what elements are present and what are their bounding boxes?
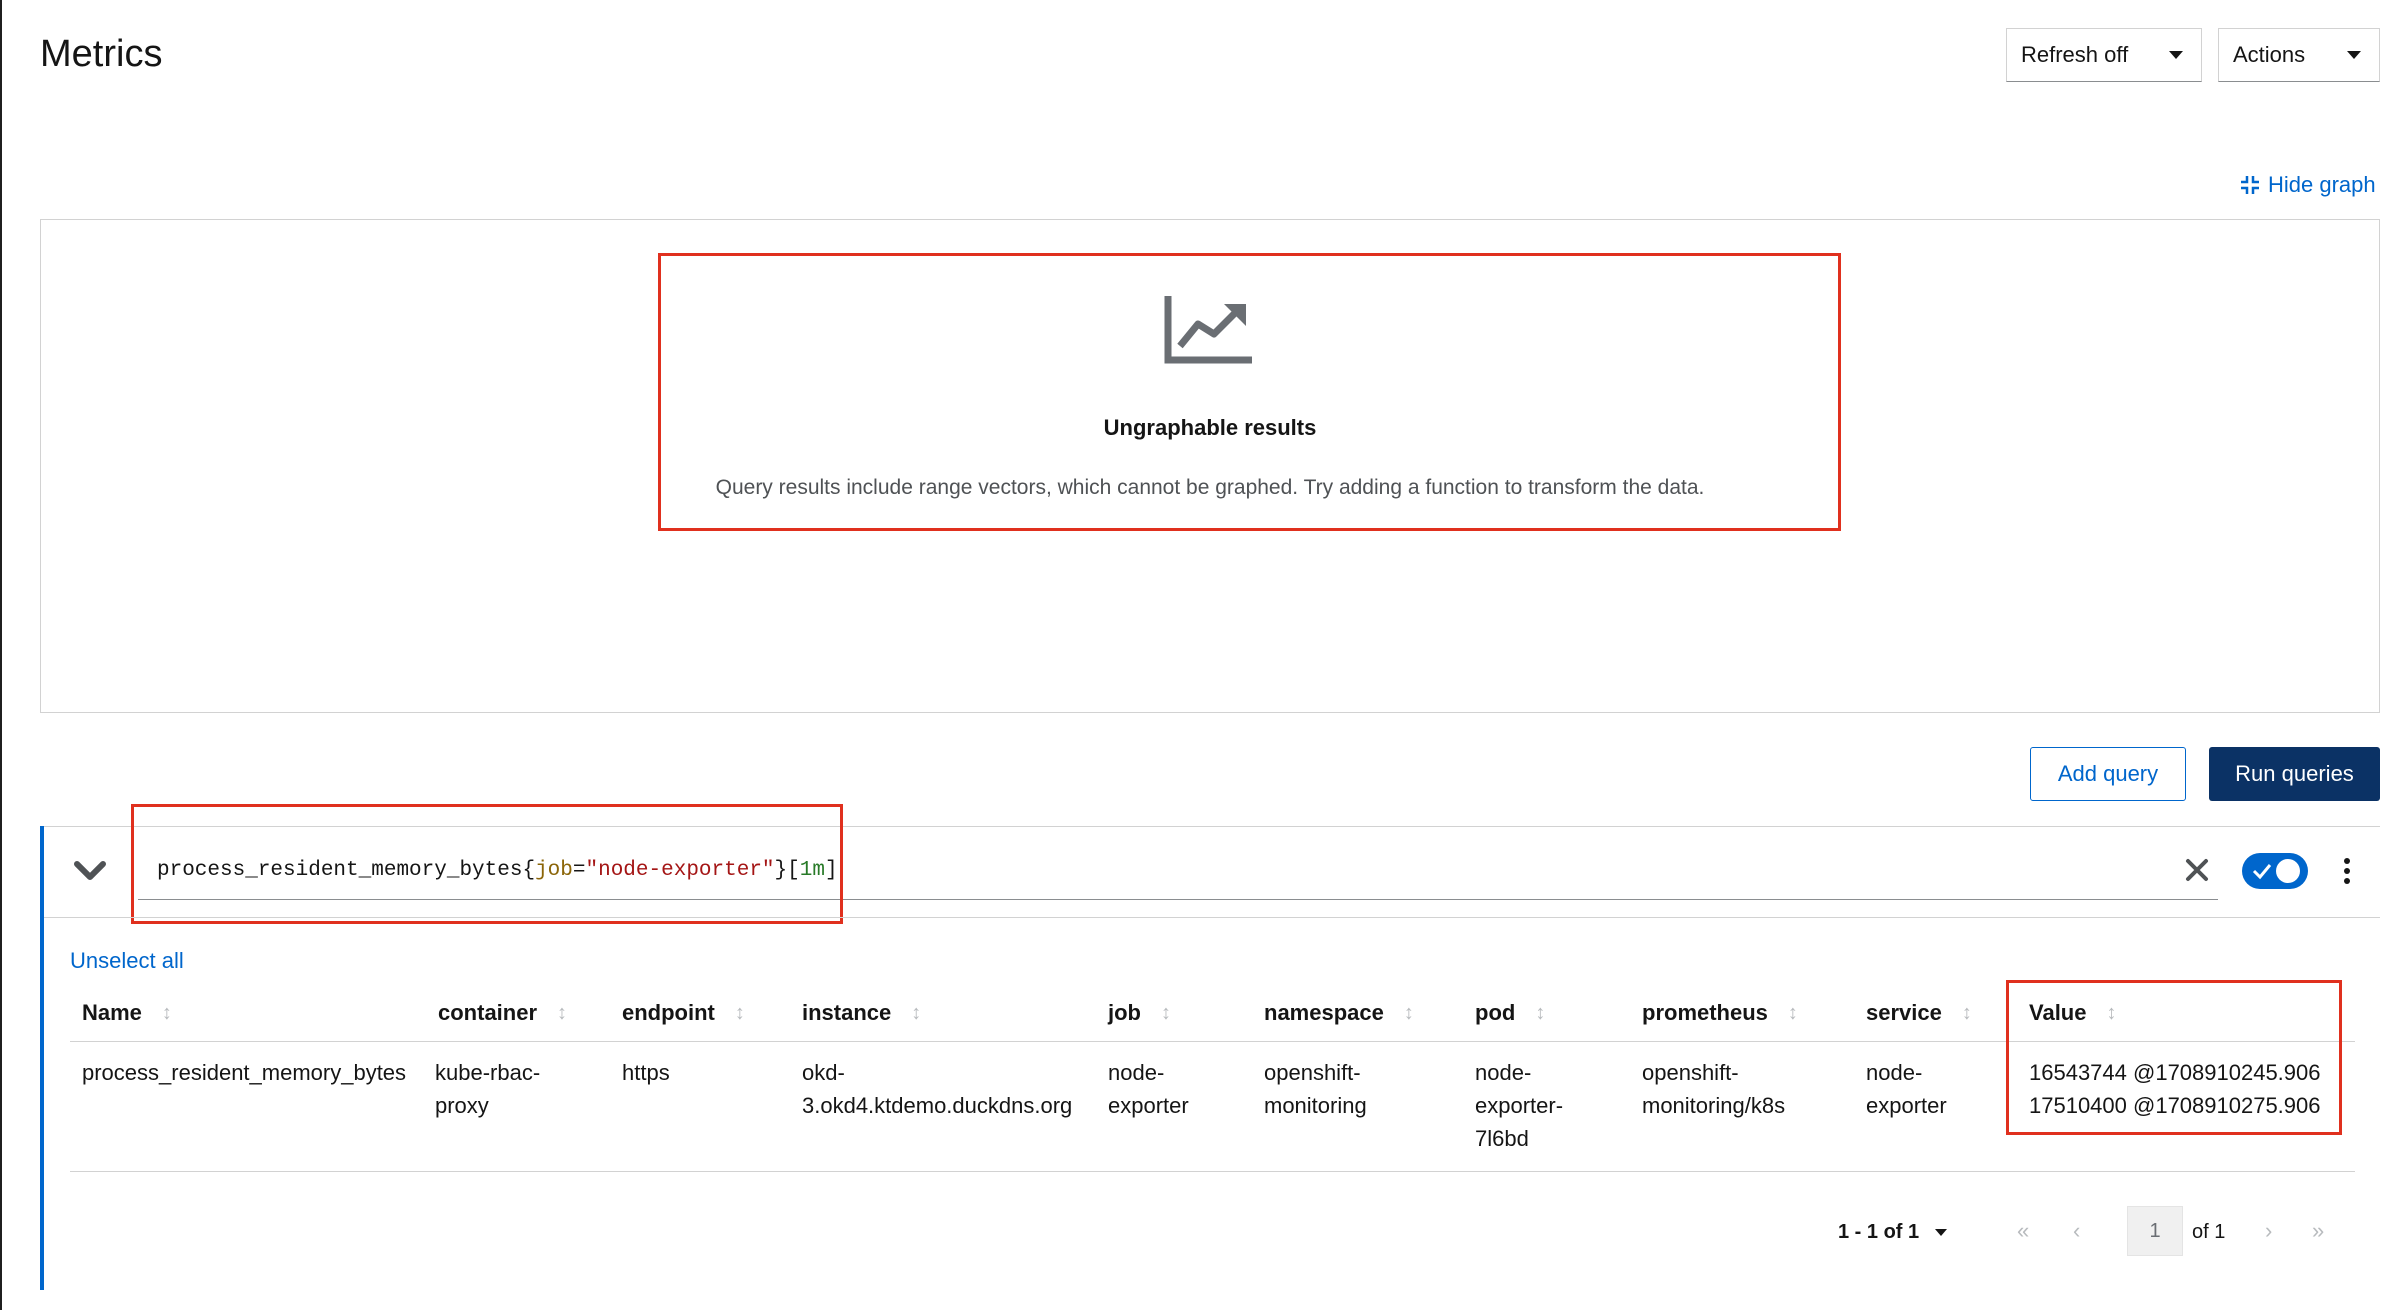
cell-line: monitoring [1264, 1093, 1367, 1118]
sort-icon: ↕ [1161, 1002, 1171, 1024]
column-label: namespace [1264, 1000, 1384, 1025]
highlight-box-empty-state [658, 253, 1841, 531]
hide-graph-label: Hide graph [2268, 172, 2376, 197]
cell-pod: node-exporter- 7l6bd [1475, 1056, 1563, 1155]
refresh-dropdown-label: Refresh off [2021, 42, 2129, 67]
pagination-range: 1 - 1 of 1 [1838, 1221, 1920, 1243]
cell-line: node- [1475, 1060, 1532, 1085]
cell-endpoint: https [622, 1056, 670, 1089]
toggle-knob [2276, 859, 2300, 883]
cell-line: 3.okd4.ktdemo.duckdns.org [802, 1093, 1073, 1118]
cell-line: process_resident_memory_bytes [82, 1060, 407, 1085]
cell-line: openshift- [1264, 1060, 1361, 1085]
last-page-button[interactable]: » [2312, 1216, 2324, 1246]
column-label: service [1866, 1000, 1942, 1025]
cell-container: kube-rbac-proxy [435, 1056, 540, 1122]
column-label: prometheus [1642, 1000, 1768, 1025]
cell-line: exporter [1108, 1093, 1189, 1118]
compress-icon [2241, 176, 2259, 194]
cell-line: openshift- [1642, 1060, 1739, 1085]
sort-icon: ↕ [1961, 1002, 1972, 1024]
highlight-box-value [2006, 980, 2342, 1135]
query-card-accent [40, 826, 44, 1290]
actions-dropdown-label: Actions [2233, 42, 2306, 67]
column-header-instance[interactable]: instance ↕ [802, 996, 921, 1030]
column-header-container[interactable]: container ↕ [438, 996, 567, 1030]
column-header-job[interactable]: job ↕ [1108, 996, 1171, 1030]
column-header-namespace[interactable]: namespace ↕ [1264, 996, 1414, 1030]
sort-icon: ↕ [734, 1002, 745, 1024]
run-queries-button[interactable]: Run queries [2209, 747, 2380, 801]
sort-icon: ↕ [557, 1002, 568, 1024]
column-label: instance [802, 1000, 892, 1025]
cell-job: node-exporter [1108, 1056, 1189, 1122]
page-title: Metrics [40, 33, 163, 75]
table-row-divider [70, 1171, 2355, 1172]
first-page-button[interactable]: « [2017, 1216, 2029, 1246]
cell-line: exporter- [1475, 1093, 1564, 1118]
cell-line: monitoring/k8s [1642, 1093, 1786, 1118]
cell-namespace: openshift-monitoring [1264, 1056, 1367, 1122]
cell-prometheus: openshift-monitoring/k8s [1642, 1056, 1785, 1122]
column-header-pod[interactable]: pod ↕ [1475, 996, 1545, 1030]
chevron-down-icon[interactable] [72, 852, 108, 888]
cell-instance: okd- 3.okd4.ktdemo.duckdns.org [802, 1056, 1072, 1122]
previous-page-button[interactable]: ‹ [2073, 1216, 2080, 1246]
caret-down-icon [2347, 51, 2361, 59]
hide-graph-button[interactable]: Hide graph [2240, 168, 2376, 202]
column-header-endpoint[interactable]: endpoint ↕ [622, 996, 745, 1030]
page-number-input[interactable]: 1 [2127, 1206, 2183, 1256]
column-label: endpoint [622, 1000, 715, 1025]
column-header-prometheus[interactable]: prometheus ↕ [1642, 996, 1798, 1030]
highlight-box-query [131, 804, 843, 924]
cell-line: https [622, 1060, 670, 1085]
refresh-dropdown[interactable]: Refresh off [2006, 28, 2202, 82]
divider [44, 917, 2380, 918]
cell-line: node- [1108, 1060, 1165, 1085]
cell-line: proxy [435, 1093, 489, 1118]
cell-line: okd- [802, 1060, 845, 1085]
add-query-button[interactable]: Add query [2030, 747, 2186, 801]
column-label: Name [82, 1000, 142, 1025]
page-total: of 1 [2192, 1221, 2226, 1243]
close-icon[interactable] [2182, 855, 2212, 885]
column-header-name[interactable]: Name ↕ [82, 996, 172, 1030]
cell-line: kube-rbac- [435, 1060, 541, 1085]
sort-icon: ↕ [161, 1002, 172, 1024]
pagination-per-page-toggle[interactable]: 1 - 1 of 1 [1838, 1218, 1948, 1246]
caret-down-icon [2169, 51, 2183, 59]
kebab-icon[interactable] [2337, 856, 2357, 886]
column-label: job [1108, 1000, 1141, 1025]
sort-icon: ↕ [1535, 1002, 1546, 1024]
sort-icon: ↕ [1787, 1002, 1798, 1024]
column-label: container [438, 1000, 538, 1025]
column-header-service[interactable]: service ↕ [1866, 996, 1972, 1030]
cell-service: node-exporter [1866, 1056, 1947, 1122]
cell-line: node- [1866, 1060, 1923, 1085]
sort-icon: ↕ [911, 1002, 922, 1024]
window-edge [0, 0, 2, 1310]
actions-dropdown[interactable]: Actions [2218, 28, 2380, 82]
check-icon [2252, 864, 2272, 880]
cell-line: exporter [1866, 1093, 1947, 1118]
cell-line: 7l6bd [1475, 1126, 1529, 1151]
cell-name: process_resident_memory_bytes [82, 1056, 406, 1089]
column-label: pod [1475, 1000, 1516, 1025]
unselect-all-link[interactable]: Unselect all [70, 944, 184, 978]
sort-icon: ↕ [1403, 1002, 1414, 1024]
next-page-button[interactable]: › [2265, 1216, 2272, 1246]
caret-down-icon [1935, 1228, 1948, 1236]
